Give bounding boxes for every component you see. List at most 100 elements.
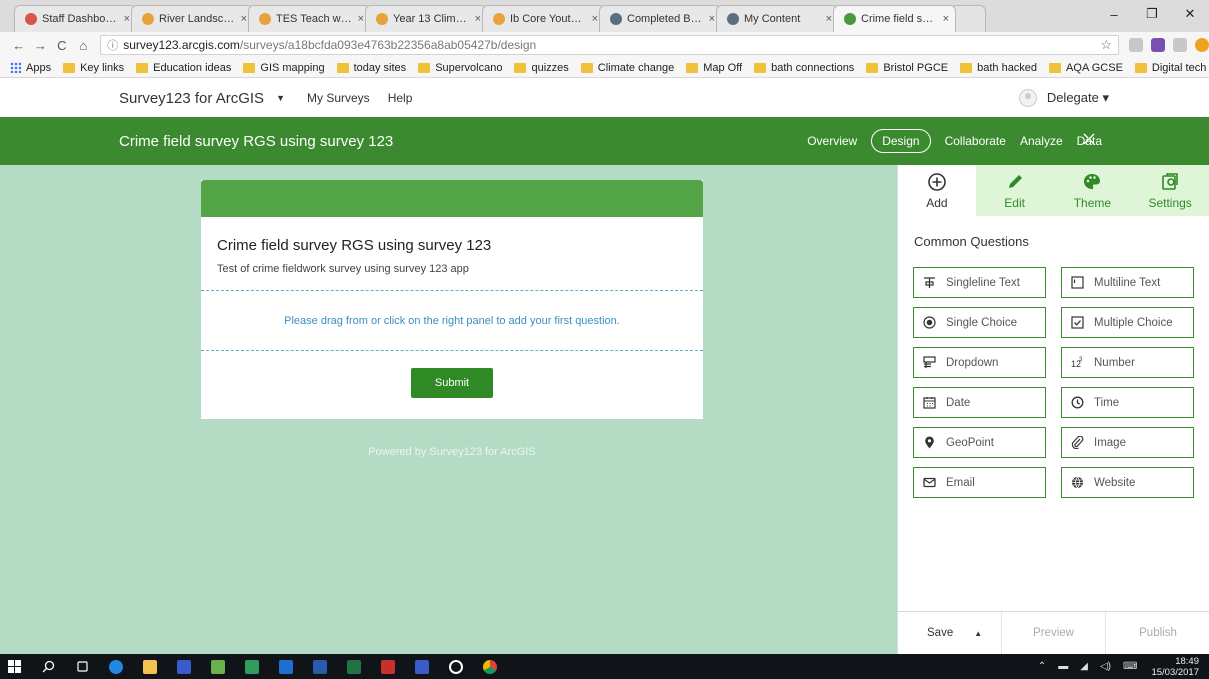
back-icon[interactable]: ← <box>8 38 30 53</box>
form-title[interactable]: Crime field survey RGS using survey 123 <box>217 237 703 254</box>
bookmark-folder[interactable]: bath connections <box>754 62 854 74</box>
tab-close-icon[interactable]: × <box>709 13 715 25</box>
product-name[interactable]: Survey123 for ArcGIS <box>119 90 264 107</box>
media-player-icon[interactable] <box>442 654 470 679</box>
keyboard-icon[interactable]: ⌨ <box>1123 661 1137 672</box>
tab-add[interactable]: Add <box>898 165 976 216</box>
alert-icon[interactable] <box>1195 38 1209 52</box>
apps-bookmark[interactable]: Apps <box>10 62 51 74</box>
battery-icon[interactable]: ▬ <box>1058 661 1068 672</box>
add-time-button[interactable]: Time <box>1061 387 1194 418</box>
bookmark-folder[interactable]: GIS mapping <box>243 62 325 74</box>
tab-close-icon[interactable]: × <box>358 13 364 25</box>
search-icon[interactable] <box>34 654 62 679</box>
browser-tab[interactable]: My Content × <box>716 5 839 32</box>
tab-design[interactable]: Design <box>871 129 931 153</box>
preview-button[interactable]: Preview <box>1002 611 1106 655</box>
clock[interactable]: 18:49 15/03/2017 <box>1151 656 1199 678</box>
bookmark-folder[interactable]: Supervolcano <box>418 62 502 74</box>
app-icon[interactable] <box>204 654 232 679</box>
sims-app-icon[interactable] <box>408 654 436 679</box>
excel-icon[interactable] <box>340 654 368 679</box>
add-number-button[interactable]: 12 3 Number <box>1061 347 1194 378</box>
bookmark-folder[interactable]: Education ideas <box>136 62 231 74</box>
forward-icon[interactable]: → <box>30 38 52 53</box>
product-caret-icon[interactable]: ▼ <box>276 93 285 103</box>
add-website-button[interactable]: Website <box>1061 467 1194 498</box>
tab-edit[interactable]: Edit <box>976 165 1054 216</box>
browser-tab[interactable]: Year 13 Climatic H × <box>365 5 488 32</box>
add-email-button[interactable]: Email <box>913 467 1046 498</box>
word-icon[interactable] <box>306 654 334 679</box>
publish-button[interactable]: Publish <box>1106 627 1209 639</box>
tab-settings[interactable]: Settings <box>1131 165 1209 216</box>
file-explorer-icon[interactable] <box>136 654 164 679</box>
browser-tab[interactable]: Crime field survey × <box>833 5 956 32</box>
browser-tab[interactable]: River Landscape O × <box>131 5 254 32</box>
bookmark-folder[interactable]: Map Off <box>686 62 742 74</box>
edge-browser-icon[interactable] <box>102 654 130 679</box>
maximize-button[interactable]: ❐ <box>1133 6 1171 22</box>
bookmark-folder[interactable]: Digital tech links <box>1134 62 1209 74</box>
save-button[interactable]: Save ▲ <box>898 611 1002 655</box>
chevron-up-icon[interactable]: ⌃ <box>1038 661 1046 672</box>
sims-app-icon[interactable] <box>170 654 198 679</box>
caret-up-icon[interactable]: ▲ <box>974 629 982 638</box>
home-icon[interactable]: ⌂ <box>73 38 95 53</box>
extension-icon[interactable] <box>1129 38 1143 52</box>
tab-close-icon[interactable]: × <box>826 13 832 25</box>
tab-close-icon[interactable]: × <box>592 13 598 25</box>
acrobat-icon[interactable] <box>374 654 402 679</box>
chrome-icon[interactable] <box>476 654 504 679</box>
tab-close-icon[interactable]: × <box>475 13 481 25</box>
question-dropzone[interactable]: Please drag from or click on the right p… <box>201 290 703 351</box>
tab-collaborate[interactable]: Collaborate <box>945 134 1006 148</box>
windows-start-icon[interactable] <box>0 654 28 679</box>
tools-icon[interactable] <box>1082 132 1096 146</box>
add-geopoint-button[interactable]: GeoPoint <box>913 427 1046 458</box>
browser-tab[interactable]: Staff Dashboard — × <box>14 5 137 32</box>
add-multiple-choice-button[interactable]: Multiple Choice <box>1061 307 1194 338</box>
form-header-banner[interactable] <box>201 180 703 217</box>
url-input[interactable]: ⓘ survey123.arcgis.com/surveys/a18bcfda0… <box>100 35 1119 55</box>
add-dropdown-button[interactable]: Dropdown <box>913 347 1046 378</box>
volume-icon[interactable]: ◁) <box>1100 661 1111 672</box>
form-description[interactable]: Test of crime fieldwork survey using sur… <box>217 263 703 275</box>
browser-tab[interactable]: TES Teach with Ble × <box>248 5 371 32</box>
tab-overview[interactable]: Overview <box>807 134 857 148</box>
nav-my-surveys[interactable]: My Surveys <box>307 91 370 105</box>
browser-tab[interactable]: Completed Bath cr × <box>599 5 722 32</box>
add-single-choice-button[interactable]: Single Choice <box>913 307 1046 338</box>
close-window-button[interactable]: ✕ <box>1171 6 1209 22</box>
browser-tab[interactable]: Ib Core Youthful A × <box>482 5 605 32</box>
user-menu[interactable]: Delegate ▾ <box>1018 89 1109 107</box>
tab-close-icon[interactable]: × <box>943 13 949 25</box>
add-singleline-text-button[interactable]: Singleline Text <box>913 267 1046 298</box>
bookmark-star-icon[interactable]: ☆ <box>1100 37 1112 53</box>
nav-help[interactable]: Help <box>388 91 413 105</box>
add-multiline-text-button[interactable]: Multiline Text <box>1061 267 1194 298</box>
bookmark-folder[interactable]: Climate change <box>580 62 674 74</box>
outlook-icon[interactable] <box>272 654 300 679</box>
bookmark-folder[interactable]: Key links <box>63 62 124 74</box>
tab-analyze[interactable]: Analyze <box>1020 134 1063 148</box>
tab-close-icon[interactable]: × <box>124 13 130 25</box>
tab-close-icon[interactable]: × <box>241 13 247 25</box>
add-date-button[interactable]: Date <box>913 387 1046 418</box>
extension-icon[interactable] <box>1173 38 1187 52</box>
bookmark-folder[interactable]: today sites <box>336 62 406 74</box>
tab-theme[interactable]: Theme <box>1054 165 1132 216</box>
minimize-button[interactable]: – <box>1095 7 1133 22</box>
wifi-icon[interactable]: ◢ <box>1080 661 1088 672</box>
info-icon[interactable]: ⓘ <box>107 37 118 53</box>
publisher-icon[interactable] <box>238 654 266 679</box>
task-view-icon[interactable] <box>68 654 96 679</box>
submit-button[interactable]: Submit <box>411 368 493 398</box>
bookmark-folder[interactable]: bath hacked <box>960 62 1037 74</box>
reload-icon[interactable]: C <box>51 38 73 53</box>
bookmark-folder[interactable]: Bristol PGCE <box>866 62 948 74</box>
bookmark-folder[interactable]: quizzes <box>514 62 569 74</box>
add-image-button[interactable]: Image <box>1061 427 1194 458</box>
extension-icon[interactable] <box>1151 38 1165 52</box>
bookmark-folder[interactable]: AQA GCSE <box>1049 62 1123 74</box>
